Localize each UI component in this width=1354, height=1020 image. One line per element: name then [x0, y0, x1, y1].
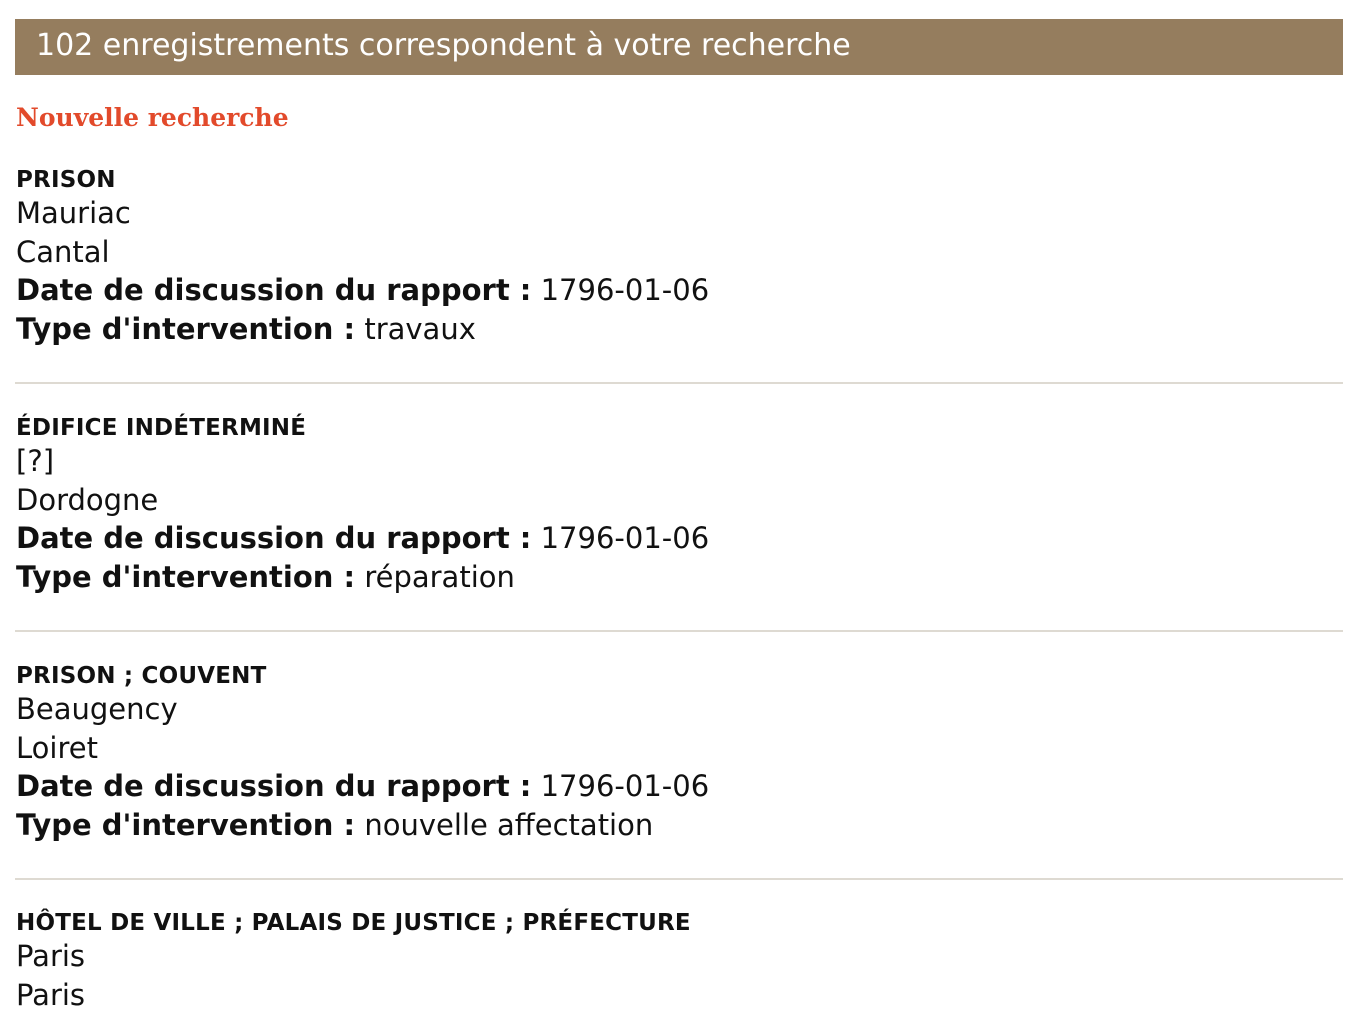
record-building-type[interactable]: ÉDIFICE INDÉTERMINÉ [16, 412, 1343, 442]
record-building-type[interactable]: HÔTEL DE VILLE ; PALAIS DE JUSTICE ; PRÉ… [16, 907, 1343, 937]
record-intervention-line: Type d'intervention : travaux [16, 310, 1343, 349]
intervention-label: Type d'intervention : [16, 559, 356, 594]
record-department: Cantal [16, 234, 110, 269]
record-intervention-line: Type d'intervention : réparation [16, 558, 1343, 597]
new-search-link[interactable]: Nouvelle recherche [16, 100, 289, 136]
result-record: HÔTEL DE VILLE ; PALAIS DE JUSTICE ; PRÉ… [16, 907, 1343, 1014]
record-place: Beaugency [16, 692, 178, 726]
record-date-line: Date de discussion du rapport : 1796-01-… [16, 519, 1343, 558]
record-place: Mauriac [16, 196, 131, 230]
record-divider [15, 630, 1343, 632]
record-divider [15, 382, 1343, 384]
record-date-line: Date de discussion du rapport : 1796-01-… [16, 271, 1343, 310]
intervention-label: Type d'intervention : [16, 807, 356, 842]
record-building-type[interactable]: PRISON [16, 164, 1343, 194]
record-department: Dordogne [16, 482, 159, 517]
result-record: ÉDIFICE INDÉTERMINÉ [?] Dordogne Date de… [16, 412, 1343, 596]
record-date-value: 1796-01-06 [540, 273, 710, 307]
record-place: [?] [16, 444, 55, 478]
search-results-page: 102 enregistrements correspondent à votr… [0, 0, 1354, 1020]
date-label: Date de discussion du rapport : [16, 769, 532, 803]
record-building-type[interactable]: PRISON ; COUVENT [16, 660, 1343, 690]
record-place: Paris [16, 939, 86, 973]
date-label: Date de discussion du rapport : [16, 521, 532, 555]
record-department: Loiret [16, 730, 98, 765]
record-divider [15, 878, 1343, 880]
record-department: Paris [16, 977, 86, 1012]
record-intervention-value: réparation [364, 559, 515, 594]
record-intervention-value: nouvelle affectation [364, 807, 654, 842]
record-date-value: 1796-01-06 [540, 521, 710, 555]
record-date-value: 1796-01-06 [540, 769, 710, 803]
record-date-line: Date de discussion du rapport : 1796-01-… [16, 767, 1343, 806]
result-record: PRISON Mauriac Cantal Date de discussion… [16, 164, 1343, 348]
result-record: PRISON ; COUVENT Beaugency Loiret Date d… [16, 660, 1343, 844]
intervention-label: Type d'intervention : [16, 311, 356, 346]
date-label: Date de discussion du rapport : [16, 273, 532, 307]
record-intervention-value: travaux [364, 311, 476, 346]
results-count-header: 102 enregistrements correspondent à votr… [15, 19, 1343, 75]
record-intervention-line: Type d'intervention : nouvelle affectati… [16, 806, 1343, 845]
